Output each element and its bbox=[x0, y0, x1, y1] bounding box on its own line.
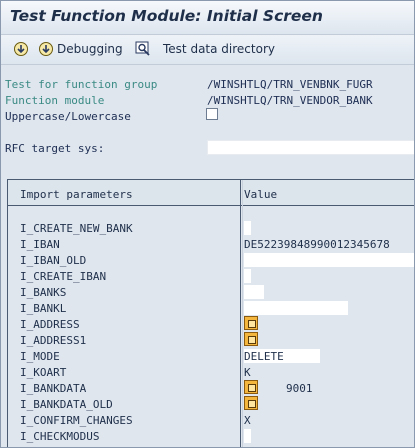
page-title: Test Function Module: Initial Screen bbox=[10, 7, 323, 25]
param-name: I_ADDRESS1 bbox=[20, 334, 87, 347]
table-header: Import parameters Value bbox=[8, 180, 414, 206]
import-parameters-table: Import parameters Value I_CREATE_NEW_BAN… bbox=[7, 179, 414, 447]
rfc-target-label: RFC target sys: bbox=[5, 142, 105, 155]
col-header-import-parameters: Import parameters bbox=[20, 188, 133, 201]
param-name: I_ADDRESS bbox=[20, 318, 80, 331]
table-row: I_BANKL bbox=[8, 300, 414, 316]
param-value-input[interactable] bbox=[244, 429, 251, 443]
header-divider bbox=[8, 205, 414, 206]
table-row: I_BANKDATA 9001 bbox=[8, 380, 414, 396]
param-value-input[interactable]: DE52239848990012345678 bbox=[244, 238, 390, 251]
debugging-button[interactable]: Debugging bbox=[38, 41, 123, 57]
execute-icon bbox=[14, 42, 28, 56]
param-value-text: DELETE bbox=[244, 350, 284, 363]
param-value-input[interactable] bbox=[244, 253, 414, 267]
col-header-value: Value bbox=[244, 188, 278, 201]
param-name: I_CHECKMODUS bbox=[20, 430, 100, 443]
title-bar: Test Function Module: Initial Screen bbox=[1, 1, 414, 35]
param-name: I_BANKDATA_OLD bbox=[20, 398, 113, 411]
param-value-input[interactable] bbox=[244, 269, 251, 283]
function-group-value: /WINSHTLQ/TRN_VENBNK_FUGR bbox=[207, 78, 373, 91]
search-icon bbox=[135, 41, 150, 56]
param-value-input[interactable]: X bbox=[244, 414, 251, 427]
table-row: I_CREATE_NEW_BANK bbox=[8, 220, 414, 236]
table-row: I_CHECKMODUS bbox=[8, 428, 414, 444]
table-row: I_KOART K bbox=[8, 364, 414, 380]
uppercase-checkbox[interactable] bbox=[206, 108, 218, 120]
table-row: I_IBAN_OLD bbox=[8, 252, 414, 268]
table-row: I_ADDRESS bbox=[8, 316, 414, 332]
param-name: I_IBAN bbox=[20, 238, 60, 251]
table-row: I_CONFIRM_CHANGES X bbox=[8, 412, 414, 428]
param-value-input[interactable] bbox=[244, 221, 251, 235]
param-name: I_BANKDATA bbox=[20, 382, 87, 395]
param-name: I_CREATE_IBAN bbox=[20, 270, 107, 283]
param-name: I_KOART bbox=[20, 366, 67, 379]
uppercase-label: Uppercase/Lowercase bbox=[5, 110, 131, 123]
param-name: I_MODE bbox=[20, 350, 60, 363]
application-toolbar: Debugging Test data directory bbox=[1, 35, 414, 65]
param-name: I_BANKS bbox=[20, 286, 67, 299]
execute-button[interactable] bbox=[13, 41, 29, 57]
debug-execute-icon bbox=[39, 42, 53, 56]
param-value-input[interactable] bbox=[244, 285, 264, 299]
table-row: I_ADDRESS1 bbox=[8, 332, 414, 348]
rfc-target-input[interactable] bbox=[207, 140, 414, 155]
table-row: I_BANKDATA_OLD bbox=[8, 396, 414, 412]
structure-editor-icon[interactable] bbox=[244, 396, 258, 410]
structure-editor-icon[interactable] bbox=[244, 316, 258, 330]
table-row: I_MODE DELETE bbox=[8, 348, 414, 364]
debugging-label: Debugging bbox=[57, 42, 123, 56]
table-row: I_IBAN DE52239848990012345678 bbox=[8, 236, 414, 252]
structure-editor-icon[interactable] bbox=[244, 332, 258, 346]
param-name: I_BANKL bbox=[20, 302, 67, 315]
test-data-directory-button[interactable]: Test data directory bbox=[135, 41, 275, 57]
param-value-input[interactable] bbox=[244, 301, 348, 315]
param-name: I_CONFIRM_CHANGES bbox=[20, 414, 133, 427]
table-row: I_CREATE_IBAN bbox=[8, 268, 414, 284]
function-group-label: Test for function group bbox=[5, 78, 158, 91]
sap-window: Test Function Module: Initial Screen Deb… bbox=[0, 0, 415, 448]
function-module-label: Function module bbox=[5, 94, 105, 107]
structure-editor-icon[interactable] bbox=[244, 380, 258, 394]
param-value-input[interactable]: K bbox=[244, 366, 251, 379]
param-value-text: 9001 bbox=[286, 382, 313, 395]
table-row: I_BANKS bbox=[8, 284, 414, 300]
test-data-label: Test data directory bbox=[163, 42, 275, 56]
function-module-value: /WINSHTLQ/TRN_VENDOR_BANK bbox=[207, 94, 373, 107]
param-name: I_IBAN_OLD bbox=[20, 254, 87, 267]
param-name: I_CREATE_NEW_BANK bbox=[20, 222, 133, 235]
